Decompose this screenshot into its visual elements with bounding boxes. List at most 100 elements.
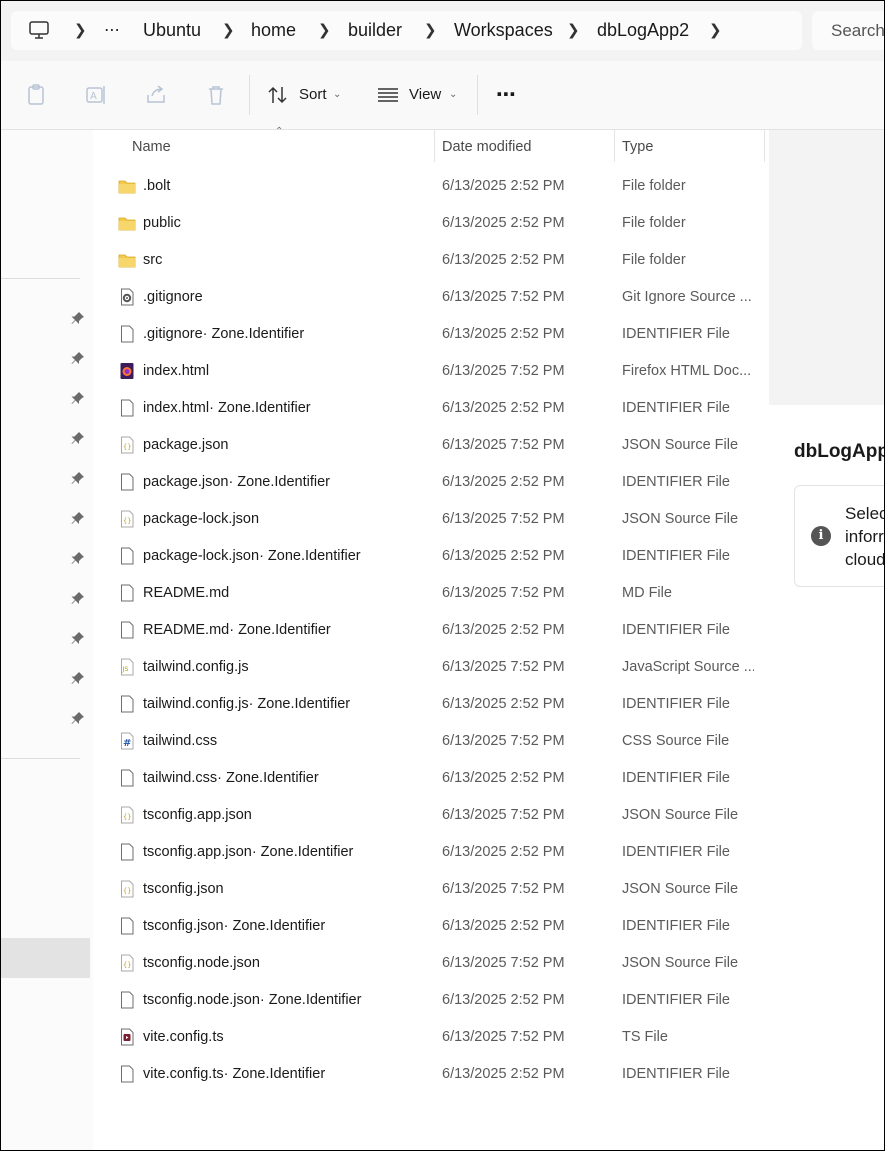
ts-file-icon: [118, 1028, 136, 1046]
blank-file-icon: [118, 1065, 136, 1083]
file-name: tsconfig.json· Zone.Identifier: [143, 918, 326, 934]
column-header-type[interactable]: Type: [622, 132, 653, 162]
column-header-name[interactable]: Name: [132, 132, 171, 162]
share-icon[interactable]: [144, 83, 168, 107]
pin-icon[interactable]: [71, 391, 85, 405]
file-row[interactable]: vite.config.ts 6/13/2025 7:52 PM TS File: [93, 1019, 769, 1056]
blank-file-icon: [118, 991, 136, 1009]
file-row[interactable]: vite.config.ts· Zone.Identifier 6/13/2025…: [93, 1056, 769, 1093]
json-file-icon: {}: [118, 510, 136, 528]
file-type: IDENTIFIER File: [622, 474, 730, 490]
column-divider[interactable]: [764, 130, 765, 162]
column-header-date[interactable]: Date modified: [442, 132, 531, 162]
file-row[interactable]: src 6/13/2025 2:52 PM File folder: [93, 242, 769, 279]
chevron-right-icon[interactable]: ❯: [74, 11, 87, 50]
file-row[interactable]: {} tsconfig.app.json 6/13/2025 7:52 PM JSON…: [93, 797, 769, 834]
sort-label: Sort: [299, 86, 327, 103]
pin-icon[interactable]: [71, 311, 85, 325]
column-divider[interactable]: [614, 130, 615, 162]
file-row[interactable]: JS tailwind.config.js 6/13/2025 7:52 PM Jav…: [93, 649, 769, 686]
file-row[interactable]: index.html· Zone.Identifier 6/13/2025 2:5…: [93, 390, 769, 427]
rename-icon[interactable]: A: [84, 83, 108, 107]
blank-file-icon: [118, 695, 136, 713]
breadcrumb-workspaces[interactable]: Workspaces: [454, 11, 553, 50]
file-name: index.html: [143, 363, 210, 379]
this-pc-icon[interactable]: [28, 20, 50, 40]
address-bar[interactable]: ❯ ⋯ Ubuntu ❯ home ❯ builder ❯ Workspaces…: [11, 11, 802, 50]
paste-icon[interactable]: [24, 83, 48, 107]
pin-icon[interactable]: [71, 511, 85, 525]
more-locations-icon[interactable]: ⋯: [104, 11, 120, 50]
file-name: tsconfig.json: [143, 881, 224, 897]
details-info-line: inforr: [845, 527, 884, 546]
file-type: IDENTIFIER File: [622, 1066, 730, 1082]
pin-icon[interactable]: [71, 471, 85, 485]
blank-file-icon: [118, 547, 136, 565]
breadcrumb-dblogapp2[interactable]: dbLogApp2: [597, 11, 689, 50]
file-row[interactable]: public 6/13/2025 2:52 PM File folder: [93, 205, 769, 242]
file-date-modified: 6/13/2025 7:52 PM: [442, 1029, 565, 1045]
file-date-modified: 6/13/2025 7:52 PM: [442, 363, 565, 379]
more-options-icon[interactable]: ⋯: [496, 75, 517, 115]
file-row[interactable]: tsconfig.app.json· Zone.Identifier 6/13/2…: [93, 834, 769, 871]
file-row[interactable]: # tailwind.css 6/13/2025 7:52 PM CSS Source…: [93, 723, 769, 760]
file-date-modified: 6/13/2025 7:52 PM: [442, 955, 565, 971]
svg-text:{}: {}: [123, 887, 131, 895]
pin-icon[interactable]: [71, 671, 85, 685]
blank-file-icon: [118, 584, 136, 602]
file-row[interactable]: tsconfig.json· Zone.Identifier 6/13/2025 …: [93, 908, 769, 945]
svg-text:{}: {}: [123, 443, 131, 451]
file-name: tailwind.css: [143, 733, 218, 749]
pin-icon[interactable]: [71, 631, 85, 645]
pin-icon[interactable]: [71, 591, 85, 605]
file-row[interactable]: tsconfig.node.json· Zone.Identifier 6/13/…: [93, 982, 769, 1019]
chevron-right-icon[interactable]: ❯: [424, 11, 437, 50]
file-row[interactable]: {} tsconfig.node.json 6/13/2025 7:52 PM JSO…: [93, 945, 769, 982]
file-row[interactable]: package-lock.json· Zone.Identifier 6/13/2…: [93, 538, 769, 575]
file-name: vite.config.ts· Zone.Identifier: [143, 1066, 326, 1082]
chevron-right-icon[interactable]: ❯: [567, 11, 580, 50]
breadcrumb-home[interactable]: home: [251, 11, 296, 50]
file-name: .gitignore: [143, 289, 203, 305]
file-row[interactable]: package.json· Zone.Identifier 6/13/2025 2…: [93, 464, 769, 501]
file-type: IDENTIFIER File: [622, 844, 730, 860]
file-row[interactable]: tailwind.config.js· Zone.Identifier 6/13/…: [93, 686, 769, 723]
file-name: README.md: [143, 585, 230, 601]
file-type: TS File: [622, 1029, 668, 1045]
file-date-modified: 6/13/2025 2:52 PM: [442, 770, 565, 786]
file-row[interactable]: tailwind.css· Zone.Identifier 6/13/2025 2…: [93, 760, 769, 797]
file-date-modified: 6/13/2025 2:52 PM: [442, 918, 565, 934]
pin-icon[interactable]: [71, 711, 85, 725]
file-row[interactable]: {} package-lock.json 6/13/2025 7:52 PM JSON…: [93, 501, 769, 538]
nav-selected-item[interactable]: [1, 938, 90, 978]
breadcrumb-ubuntu[interactable]: Ubuntu: [143, 11, 201, 50]
file-type: JSON Source File: [622, 437, 739, 453]
file-row[interactable]: {} package.json 6/13/2025 7:52 PM JSON Sour…: [93, 427, 769, 464]
pin-icon[interactable]: [71, 551, 85, 565]
search-box[interactable]: Search: [812, 11, 885, 50]
pin-icon[interactable]: [71, 351, 85, 365]
file-row[interactable]: .gitignore· Zone.Identifier 6/13/2025 2:5…: [93, 316, 769, 353]
file-name: tailwind.config.js· Zone.Identifier: [143, 696, 351, 712]
chevron-right-icon[interactable]: ❯: [318, 11, 331, 50]
file-row[interactable]: .gitignore 6/13/2025 7:52 PM Git Ignore So…: [93, 279, 769, 316]
file-date-modified: 6/13/2025 2:52 PM: [442, 548, 565, 564]
search-placeholder: Search: [831, 21, 885, 40]
nav-divider: [1, 278, 80, 279]
pin-icon[interactable]: [71, 431, 85, 445]
chevron-right-icon[interactable]: ❯: [709, 11, 722, 50]
file-row[interactable]: index.html 6/13/2025 7:52 PM Firefox HTML …: [93, 353, 769, 390]
details-pane: dbLogApp i Selec inforr cloud: [769, 130, 884, 1150]
file-row[interactable]: README.md 6/13/2025 7:52 PM MD File: [93, 575, 769, 612]
file-type: IDENTIFIER File: [622, 326, 730, 342]
file-row[interactable]: {} tsconfig.json 6/13/2025 7:52 PM JSON Sou…: [93, 871, 769, 908]
chevron-right-icon[interactable]: ❯: [222, 11, 235, 50]
svg-text:#: #: [123, 738, 131, 749]
toolbar-divider: [249, 75, 250, 115]
file-row[interactable]: README.md· Zone.Identifier 6/13/2025 2:52…: [93, 612, 769, 649]
file-type: File folder: [622, 215, 686, 231]
delete-icon[interactable]: [204, 83, 228, 107]
file-row[interactable]: .bolt 6/13/2025 2:52 PM File folder: [93, 168, 769, 205]
breadcrumb-builder[interactable]: builder: [348, 11, 402, 50]
column-divider[interactable]: [434, 130, 435, 162]
